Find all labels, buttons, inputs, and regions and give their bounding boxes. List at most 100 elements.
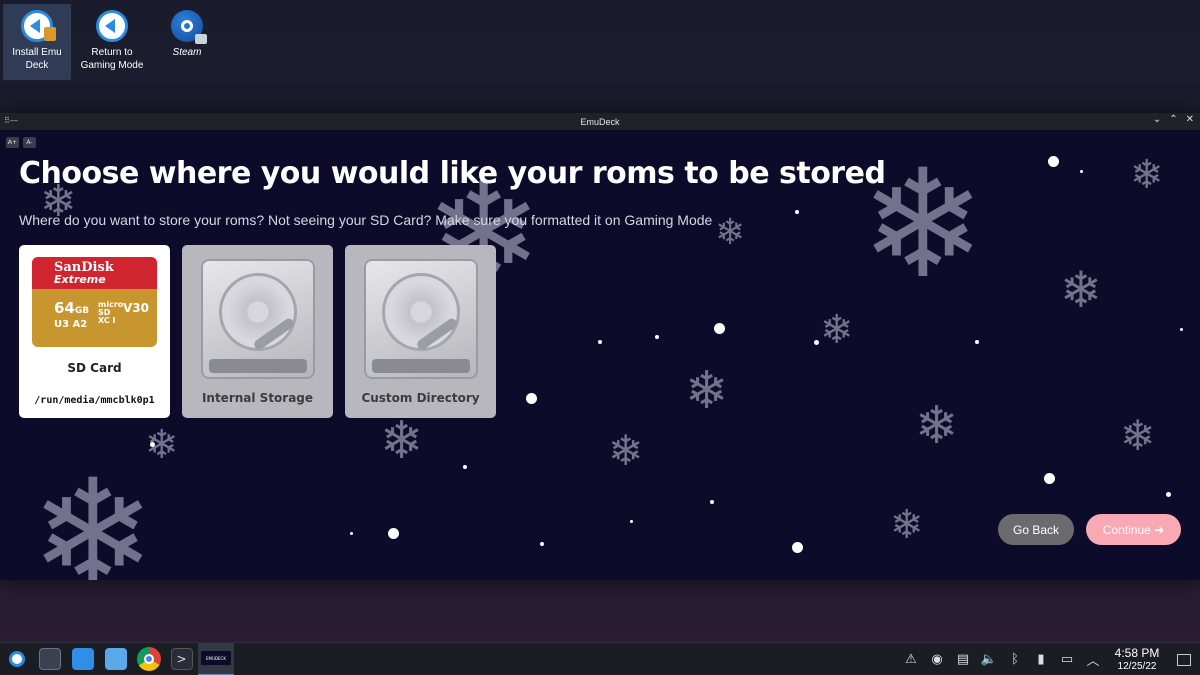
snow-dot [350,532,353,535]
clock-date: 12/25/22 [1117,660,1157,672]
snowflake-decoration: ❄ [1120,411,1156,460]
app-launcher-icon [8,651,25,667]
snow-dot [975,340,979,344]
storage-card-internal[interactable]: Internal Storage [182,245,333,418]
snowflake-decoration: ❄ [30,448,156,580]
snow-dot [795,210,799,214]
desktop-icon-steam[interactable]: Steam [153,4,221,80]
sd-capacity-value: 64 [54,299,75,317]
clock-time: 4:58 PM [1114,645,1160,660]
taskbar-emudeck[interactable]: EMUDECK [198,642,234,675]
snow-dot [655,335,659,339]
storage-card-label: Custom Directory [361,391,480,405]
snowflake-decoration: ❄ [715,212,746,253]
show-desktop-button[interactable] [1168,643,1200,675]
taskbar-discover[interactable] [66,643,99,675]
snow-dot [714,323,725,334]
snowflake-decoration: ❄ [685,361,729,421]
zoom-out-button[interactable]: A- [23,137,36,148]
app-launcher-button[interactable] [0,643,33,675]
sd-card-image: SanDisk Extreme 64GB micro SD XC I V30 U… [32,257,157,347]
steam-icon [171,10,207,44]
steam-tray-icon[interactable]: ◉ [924,643,950,675]
zoom-in-button[interactable]: A+ [6,137,19,148]
snow-dot [1080,170,1083,173]
emudeck-window: ⠿— EmuDeck ⌄ ⌃ ✕ ❄ ❄ ❄ ❄ ❄ ❄ ❄ ❄ ❄ ❄ ❄ ❄… [0,113,1200,580]
taskbar-files[interactable] [99,643,132,675]
snow-dot [540,542,544,546]
snow-dot [1180,328,1183,331]
snow-dot [598,340,602,344]
maximize-icon[interactable]: ⌃ [1169,114,1177,125]
storage-options: SanDisk Extreme 64GB micro SD XC I V30 U… [19,245,496,418]
emudeck-install-icon [21,10,56,42]
show-desktop-icon [1177,653,1191,666]
window-titlebar[interactable]: ⠿— EmuDeck ⌄ ⌃ ✕ [0,113,1200,130]
desktop-icon-install-emudeck[interactable]: Install Emu Deck [3,4,71,80]
expand-tray-icon[interactable]: ︿ [1080,643,1106,675]
snowflake-decoration: ❄ [820,307,854,353]
close-icon[interactable]: ✕ [1186,114,1194,125]
storage-card-label: Internal Storage [201,391,314,405]
gaming-mode-icon [96,10,128,42]
sd-capacity-unit: GB [74,306,90,316]
desktop-icon-label: Steam [172,47,202,58]
window-menu-icon[interactable]: ⠿— [4,116,18,125]
chevron-down-icon[interactable]: ⌄ [1153,114,1161,125]
hard-drive-icon [200,259,315,379]
file-manager-icon [104,648,127,670]
chrome-icon [136,647,161,671]
system-tray: ⚠ ◉ ▤ 🔈 ᛒ ▮ ▭ ︿ 4:58 PM 12/25/22 [898,643,1200,675]
clock[interactable]: 4:58 PM 12/25/22 [1106,645,1168,673]
sd-micro: micro SD XC I [98,300,124,325]
volume-icon[interactable]: 🔈 [976,643,1002,675]
taskbar-chrome[interactable] [132,643,165,675]
sd-capacity: 64GB [54,299,89,317]
snow-dot [792,542,803,553]
usb-device-icon[interactable]: ▮ [1028,643,1054,675]
taskbar: > EMUDECK ⚠ ◉ ▤ 🔈 ᛒ ▮ ▭ ︿ 4:58 PM 12/25/… [0,642,1200,675]
sd-line: Extreme [54,273,106,286]
snow-dot [463,465,467,469]
snowflake-decoration: ❄ [1060,261,1102,319]
sd-speed: V30 [123,301,149,315]
snow-dot [814,340,819,345]
bluetooth-icon[interactable]: ᛒ [1002,643,1028,675]
snow-dot [710,500,714,504]
emudeck-taskbar-icon: EMUDECK [201,651,231,665]
window-content: ❄ ❄ ❄ ❄ ❄ ❄ ❄ ❄ ❄ ❄ ❄ ❄ ❄ ❄ ❄ ❄ [0,130,1200,580]
storage-card-sd[interactable]: SanDisk Extreme 64GB micro SD XC I V30 U… [19,245,170,418]
clipboard-icon[interactable]: ▤ [950,643,976,675]
snowflake-decoration: ❄ [380,411,424,471]
window-title: EmuDeck [580,116,620,127]
snow-dot [1166,492,1171,497]
network-icon[interactable]: ▭ [1054,643,1080,675]
snow-dot [388,528,399,539]
continue-button[interactable]: Continue ➔ [1086,514,1181,545]
notifications-icon[interactable]: ⚠ [898,643,924,675]
snow-dot [1044,473,1055,484]
snowflake-decoration: ❄ [890,502,924,548]
storage-card-custom[interactable]: Custom Directory [345,245,496,418]
storage-card-path: /run/media/mmcblk0p1 [34,395,155,406]
storage-card-label: SD Card [67,361,122,375]
desktop-icon-return-gaming-mode[interactable]: Return to Gaming Mode [78,4,146,80]
sd-tags: U3 A2 [54,319,88,330]
snowflake-decoration: ❄ [915,396,959,456]
taskbar-konsole[interactable]: > [165,643,198,675]
snow-dot [526,393,537,404]
page-subtitle: Where do you want to store your roms? No… [19,212,713,228]
taskbar-settings[interactable] [33,643,66,675]
konsole-icon: > [170,648,193,670]
system-settings-icon [38,648,61,670]
snow-dot [1048,156,1059,167]
desktop-icon-label: Return to Gaming Mode [80,47,144,71]
desktop-icon-label: Install Emu Deck [12,47,62,71]
discover-store-icon [71,648,94,670]
hard-drive-icon [363,259,478,379]
snow-dot [150,442,155,447]
snow-dot [630,520,633,523]
go-back-button[interactable]: Go Back [998,514,1074,545]
snowflake-decoration: ❄ [608,426,644,475]
snowflake-decoration: ❄ [1130,152,1164,198]
